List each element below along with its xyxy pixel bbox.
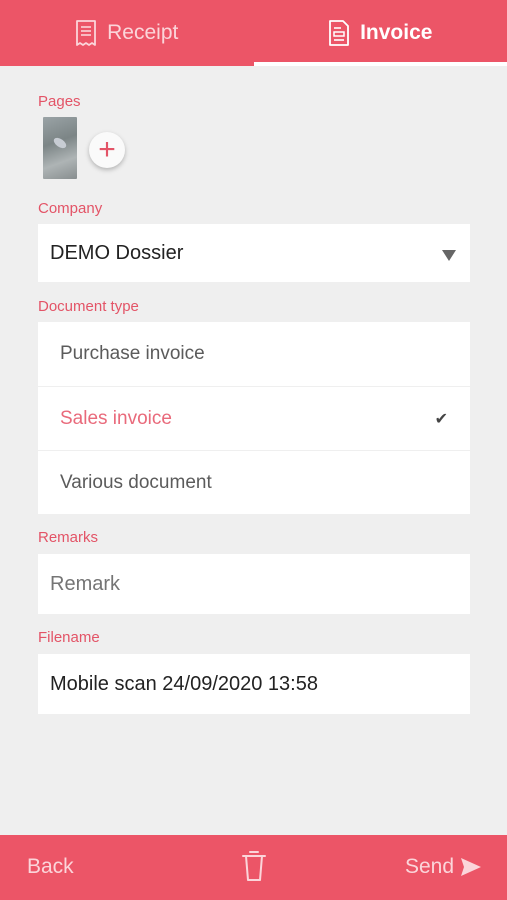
company-label: Company xyxy=(38,200,103,217)
plus-icon: + xyxy=(98,133,116,166)
dropdown-caret-icon xyxy=(442,250,456,261)
filename-input[interactable] xyxy=(38,654,470,714)
company-value: DEMO Dossier xyxy=(50,241,184,264)
tab-invoice[interactable]: Invoice xyxy=(253,0,507,66)
tab-receipt[interactable]: Receipt xyxy=(0,0,254,66)
bottom-bar: Back Send xyxy=(0,835,507,900)
filename-label: Filename xyxy=(38,629,100,646)
trash-icon[interactable] xyxy=(241,849,267,883)
tab-bar: Receipt Invoice xyxy=(0,0,507,66)
pages-label: Pages xyxy=(38,93,81,110)
tab-invoice-label: Invoice xyxy=(360,21,433,44)
receipt-icon xyxy=(76,20,97,46)
add-page-button[interactable]: + xyxy=(89,132,125,168)
document-type-list: Purchase invoice Sales invoice ✔ Various… xyxy=(38,322,470,514)
document-type-option-purchase-invoice[interactable]: Purchase invoice xyxy=(38,322,470,386)
checkmark-icon: ✔ xyxy=(434,411,448,428)
remarks-input[interactable] xyxy=(38,554,470,614)
document-type-option-various-document[interactable]: Various document xyxy=(38,450,470,514)
send-label: Send xyxy=(404,855,454,878)
send-button[interactable]: Send xyxy=(405,855,482,879)
remarks-label: Remarks xyxy=(38,529,99,546)
document-type-option-sales-invoice[interactable]: Sales invoice ✔ xyxy=(38,386,470,450)
option-label: Sales invoice xyxy=(60,407,172,429)
option-label: Purchase invoice xyxy=(60,343,205,364)
back-button[interactable]: Back xyxy=(27,855,74,879)
invoice-icon xyxy=(329,20,349,46)
company-select[interactable]: DEMO Dossier xyxy=(38,224,470,282)
page-thumbnail[interactable] xyxy=(43,117,77,179)
document-type-label: Document type xyxy=(38,298,139,315)
send-icon xyxy=(461,858,481,876)
tab-receipt-label: Receipt xyxy=(107,21,179,44)
option-label: Various document xyxy=(60,471,212,493)
